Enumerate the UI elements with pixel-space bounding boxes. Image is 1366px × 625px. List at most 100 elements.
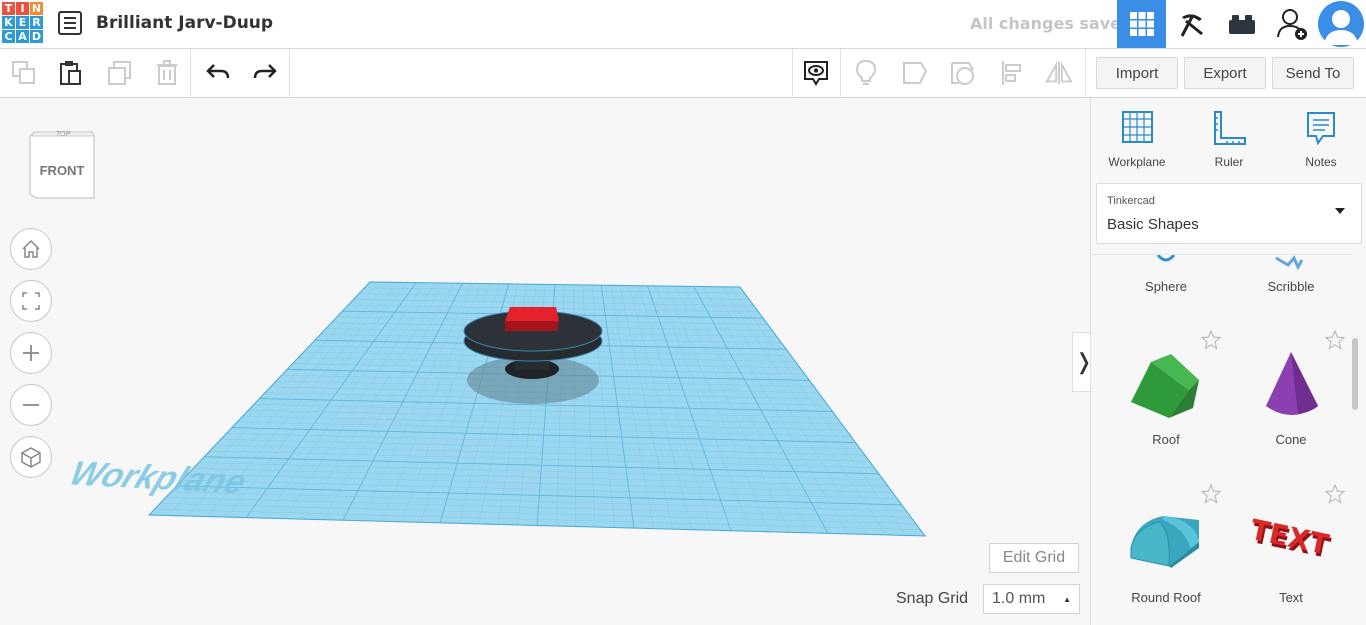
user-avatar[interactable] [1318,1,1364,47]
show-icon [804,61,828,86]
workplane-icon [1122,111,1153,143]
toolbar-divider [289,49,290,97]
star-icon[interactable] [1325,484,1345,504]
logo-letter: T [2,2,15,15]
library-source: Tinkercad [1107,195,1155,207]
shape-label: Sphere [1145,279,1187,294]
logo-letter: K [2,16,15,29]
undo-icon [206,64,230,79]
shape-roof[interactable]: Roof [1111,350,1221,450]
ruler-tool[interactable]: Ruler [1189,110,1269,169]
library-name: Basic Shapes [1107,216,1199,233]
paste-button[interactable] [57,59,85,87]
invite-button[interactable] [1267,0,1316,48]
toolbar-divider [840,49,841,97]
delete-icon [157,60,177,85]
logo-letter: N [30,2,43,15]
toolbar-divider [190,49,191,97]
shape-text[interactable]: TEXT TEXT Text [1236,510,1346,610]
shape-round-roof[interactable]: Round Roof [1111,510,1221,610]
shape-library-select[interactable]: Tinkercad Basic Shapes [1096,183,1362,244]
logo-letter: D [30,30,43,43]
snap-grid-value: 1.0 mm [992,590,1046,607]
text-shape-icon: TEXT TEXT [1248,513,1333,565]
import-button[interactable]: Import [1096,57,1178,89]
workplane-grid[interactable]: Workplane [0,98,1090,625]
logo-letter: E [16,16,29,29]
shape-icon [903,62,928,84]
export-button[interactable]: Export [1184,57,1266,89]
shape-label: Scribble [1267,279,1315,294]
logo-letter: C [2,30,15,43]
scribble-icon [1275,255,1304,271]
snap-grid-label: Snap Grid [896,590,969,607]
cone-icon [1266,352,1318,415]
undo-button[interactable] [204,59,232,87]
codeblocks-button[interactable] [1167,0,1216,48]
copy-button[interactable] [10,59,38,87]
logo-letter: A [16,30,29,43]
brick-icon [1228,15,1255,34]
shape-button[interactable] [901,59,929,87]
design-title[interactable]: Brilliant Jarv-Duup [96,13,273,33]
redo-button[interactable] [251,59,279,87]
logo-letter: R [30,16,43,29]
send-to-button[interactable]: Send To [1272,57,1354,89]
roof-icon [1131,354,1199,418]
shape-sphere[interactable]: Sphere [1111,255,1221,300]
tinkercad-logo[interactable]: TIN KER CAD [2,2,46,46]
shapes-panel: Workplane Ruler Notes Tinkercad Basic Sh… [1090,98,1366,625]
star-icon[interactable] [1325,330,1345,350]
notes-icon [1307,112,1335,146]
align-icon [1002,61,1021,85]
grid-view-button[interactable] [1117,0,1166,48]
shape-cone[interactable]: Cone [1236,350,1346,450]
avatar-icon [1324,10,1358,45]
red-box-side[interactable] [505,321,559,331]
sphere-icon [1156,255,1176,262]
notes-tool-label: Notes [1305,155,1337,169]
hole-button[interactable] [949,59,977,87]
red-box[interactable] [505,307,559,321]
add-user-icon [1276,9,1307,40]
ruler-tool-label: Ruler [1214,155,1244,169]
save-status: All changes saved [970,14,1133,33]
edit-grid-button[interactable]: Edit Grid [989,543,1079,573]
ruler-icon [1214,111,1246,145]
shape-label: Text [1279,590,1303,605]
grid-view-icon [1129,12,1154,36]
toolbar-divider [1085,49,1086,97]
workplane-watermark: Workplane [65,455,252,501]
logo-letter: I [16,2,29,15]
copy-icon [12,61,35,84]
collapse-panel-button[interactable]: ❭ [1072,332,1090,392]
hole-icon [951,62,974,85]
toolbar-divider [792,49,793,97]
chevron-down-icon [1335,208,1345,214]
workplane-tool-label: Workplane [1108,155,1166,169]
shapes-scrollbar[interactable] [1352,338,1358,410]
show-all-button[interactable] [802,59,830,87]
light-button[interactable] [852,59,880,87]
shape-scribble[interactable]: Scribble [1236,255,1346,300]
delete-button[interactable] [153,59,181,87]
shape-label: Cone [1275,432,1307,447]
workplane-tool[interactable]: Workplane [1097,110,1177,169]
tinkercad-app: TIN KER CAD Brilliant Jarv-Duup All change… [0,0,1366,625]
redo-icon [253,64,277,79]
top-bar: TIN KER CAD Brilliant Jarv-Duup All change… [0,0,1366,49]
mirror-button[interactable] [1045,59,1073,87]
notes-tool[interactable]: Notes [1281,110,1361,169]
star-icon[interactable] [1201,484,1221,504]
chevron-right-icon: ❭ [1075,349,1090,375]
design-list-button[interactable] [58,11,82,35]
duplicate-button[interactable] [105,59,133,87]
snap-grid-select[interactable]: 1.0 mm ▲ [983,584,1080,614]
shape-label: Roof [1152,432,1180,447]
star-icon[interactable] [1201,330,1221,350]
workplane-canvas[interactable]: TOP FRONT Workplane Edit Grid Snap Grid … [0,98,1090,625]
mirror-icon [1045,60,1073,85]
align-button[interactable] [998,59,1026,87]
shape-grid: Sphere Scribble Roof Cone Round Roof TEX… [1091,254,1353,625]
bricks-button[interactable] [1217,0,1266,48]
